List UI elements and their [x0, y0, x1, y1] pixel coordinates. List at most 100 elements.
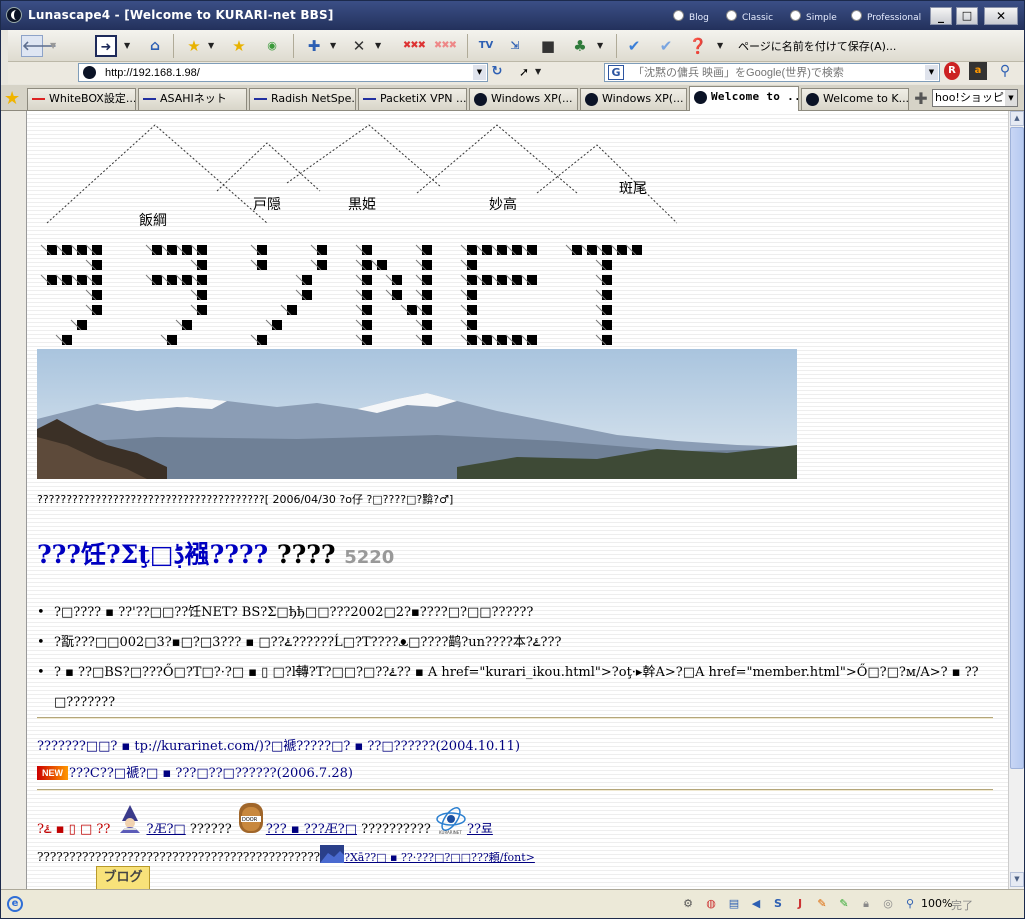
footer-link[interactable]: ?Xā??□ ▪ ??·???□?□□???頼/font> [344, 851, 535, 864]
forward-icon[interactable]: ➜ [95, 35, 117, 57]
ie-engine-icon[interactable]: e [7, 896, 23, 912]
divider [37, 789, 993, 791]
zoom-level[interactable]: 100% [921, 897, 952, 910]
lock-icon[interactable]: 🔒︎ [859, 897, 873, 911]
close-tab-icon[interactable]: ✕ [348, 35, 370, 57]
mode-simple[interactable]: Simple [790, 10, 837, 23]
view-icon[interactable]: ◎ [881, 897, 895, 911]
cookie-icon[interactable]: ⚙ [681, 897, 695, 911]
scroll-up-icon[interactable]: ▲ [1010, 111, 1024, 126]
peak-label: 戸隠 [253, 197, 281, 213]
tab-windows-xp-2[interactable]: Windows XP(... [580, 88, 687, 110]
logo-dot [602, 260, 612, 270]
vertical-scrollbar[interactable]: ▲ ▼ [1008, 111, 1024, 889]
tab-radish-netspeed[interactable]: Radish NetSpe... [249, 88, 356, 110]
tv-icon[interactable]: TV [474, 35, 498, 57]
page-info-icon[interactable]: ▤ [727, 897, 741, 911]
go-dropdown[interactable]: ▼ [535, 62, 541, 82]
engine-switch-dropdown[interactable]: ▼ [597, 35, 603, 57]
new-tab-icon[interactable]: ✚ [303, 35, 325, 57]
rakuten-icon[interactable]: R [944, 62, 960, 80]
home-icon[interactable]: ⌂ [144, 35, 166, 57]
check-all-icon[interactable]: ✔ [655, 35, 677, 57]
save-page-as-button[interactable]: ページに名前を付けて保存(A)... [738, 38, 896, 54]
url-field[interactable]: ▼ [78, 63, 488, 82]
tab-label: PacketiX VPN ... [380, 92, 467, 105]
scroll-down-icon[interactable]: ▼ [1010, 872, 1024, 887]
logo-dot [497, 245, 507, 255]
tab-windows-xp-1[interactable]: Windows XP(... [469, 88, 578, 110]
close-button[interactable]: ✕ [984, 7, 1018, 25]
sound-icon[interactable]: ◀ [749, 897, 763, 911]
google-search-engine-icon[interactable]: G [608, 65, 624, 80]
search-engine-dropdown[interactable]: ▼ [925, 65, 938, 80]
favorites-dropdown[interactable]: ▼ [208, 35, 214, 57]
help-dropdown[interactable]: ▼ [717, 35, 723, 57]
search-input[interactable] [633, 65, 923, 80]
tab-group-icon[interactable]: ■ [537, 35, 559, 57]
engine-switch-icon[interactable]: ♣ [569, 35, 591, 57]
maximize-button[interactable]: □ [956, 7, 978, 25]
mode-professional[interactable]: Professional [851, 10, 921, 23]
tab-label: Windows XP(... [602, 92, 684, 105]
scrollbar-thumb[interactable] [1010, 127, 1024, 769]
new-tab-dropdown[interactable]: ▼ [330, 35, 336, 57]
feed-icon[interactable]: ◉ [261, 35, 283, 57]
url-input[interactable] [105, 65, 465, 80]
popup-block-icon[interactable]: ◍ [704, 897, 718, 911]
favorites-star-icon[interactable]: ★ [4, 88, 20, 109]
blog-button[interactable]: ブログ [96, 866, 150, 889]
add-tab-icon[interactable]: ✚ [911, 88, 931, 110]
tab-welcome-active[interactable]: Welcome to ... [689, 86, 799, 111]
logo-dot [62, 245, 72, 255]
new-article-link[interactable]: ???C??□褫?□ ▪ ???□??□??????(2006.7.28) [69, 766, 353, 781]
logo-dot [392, 290, 402, 300]
activex-icon[interactable]: ✎ [837, 897, 851, 911]
mode-blog[interactable]: Blog [673, 10, 709, 23]
page-viewport: 飯綱 戸隠 黒姫 妙高 斑尾 ?????????????????????????… [26, 111, 1008, 889]
close-all-tabs-icon[interactable]: ✖✖✖ [401, 35, 427, 57]
tab-welcome-k[interactable]: Welcome to K... [801, 88, 909, 110]
tab-packetix-vpn[interactable]: PacketiX VPN ... [358, 88, 467, 110]
search-go-icon[interactable]: ⚲ [994, 62, 1016, 80]
amazon-icon[interactable]: a [969, 62, 987, 80]
wizard-link[interactable]: ?Æ?□ [146, 822, 185, 837]
forward-history-dropdown[interactable]: ▼ [124, 35, 130, 57]
kurari-net-link[interactable]: ??료 [467, 822, 493, 837]
logo-dot [362, 320, 372, 330]
help-icon[interactable]: ❓ [687, 35, 709, 57]
script-icon[interactable]: S [771, 897, 785, 911]
tile-windows-icon[interactable]: ⇲ [504, 35, 526, 57]
check-icon[interactable]: ✔ [623, 35, 645, 57]
zoom-icon[interactable]: ⚲ [903, 897, 917, 911]
divider [37, 717, 993, 719]
logo-dot [47, 275, 57, 285]
flash-icon[interactable]: ✎ [815, 897, 829, 911]
tab-whitebox[interactable]: WhiteBOX設定... [27, 88, 136, 110]
door-link[interactable]: ??? ▪ ???Æ?□ [266, 822, 357, 837]
search-field[interactable]: G ▼ [604, 63, 940, 82]
refresh-icon[interactable]: ↻ [486, 62, 508, 82]
url-history-dropdown[interactable]: ▼ [473, 65, 486, 80]
heading-suffix: ???? [276, 540, 336, 569]
archive-link[interactable]: ???????□□? ▪ tp://kurarinet.com/)?□褫????… [37, 735, 520, 754]
logo-dot [362, 290, 372, 300]
minimize-button[interactable]: _ [930, 7, 952, 25]
java-icon[interactable]: J [793, 897, 807, 911]
logo-dot [602, 245, 612, 255]
close-tab-dropdown[interactable]: ▼ [375, 35, 381, 57]
back-history-dropdown[interactable]: ▼ [50, 35, 56, 57]
logo-dot [317, 245, 327, 255]
logo-dot [527, 275, 537, 285]
favorites-icon[interactable]: ★ [183, 35, 205, 57]
toolbar-separator [467, 34, 468, 58]
back-icon[interactable]: 🡐 [21, 35, 57, 57]
shopping-dropdown[interactable]: hoo!ショッピング [932, 89, 1018, 107]
mode-classic[interactable]: Classic [726, 10, 773, 23]
lunascape-page-icon [694, 91, 707, 104]
tab-asahi-net[interactable]: ASAHIネット [138, 88, 247, 110]
add-favorite-icon[interactable]: ★ [228, 35, 250, 57]
close-other-tabs-icon[interactable]: ✖✖✖ [432, 35, 458, 57]
go-icon[interactable]: ➚ [513, 62, 535, 82]
new-article-line[interactable]: NEW ???C??□褫?□ ▪ ???□??□??????(2006.7.28) [37, 762, 353, 781]
